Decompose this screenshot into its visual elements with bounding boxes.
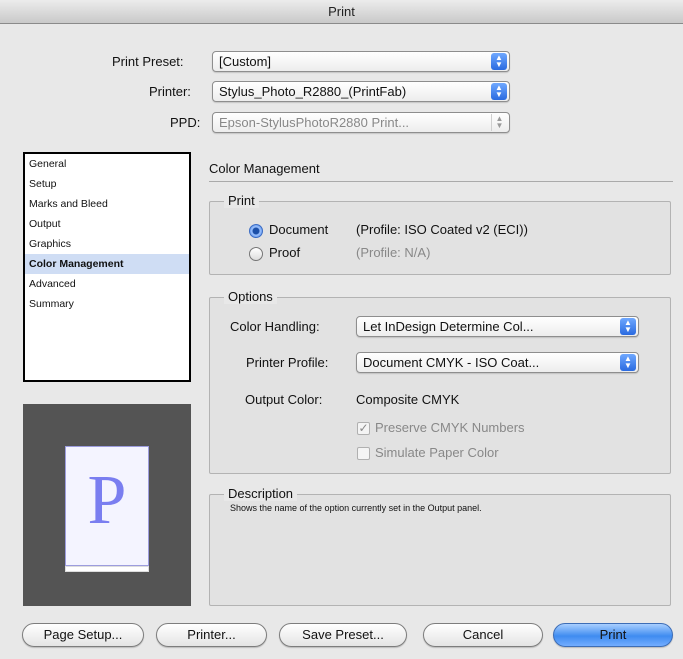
color-handling-popup[interactable]: Let InDesign Determine Col... ▲ ▼ (356, 316, 639, 337)
description-text: Shows the name of the option currently s… (230, 503, 482, 513)
print-group-label: Print (224, 194, 259, 208)
preserve-cmyk-checkbox: ✓ (357, 421, 370, 435)
sidebar-item-general[interactable]: General (25, 154, 189, 174)
sidebar-item-color-management[interactable]: Color Management (25, 254, 189, 274)
options-group-label: Options (224, 290, 277, 304)
printer-profile-label: Printer Profile: (246, 355, 329, 370)
simulate-paper-checkbox (357, 447, 370, 460)
print-button[interactable]: Print (553, 623, 673, 647)
sidebar-item-graphics[interactable]: Graphics (25, 234, 189, 254)
printer-button[interactable]: Printer... (156, 623, 267, 647)
output-color-label: Output Color: (245, 392, 323, 407)
cancel-button[interactable]: Cancel (423, 623, 543, 647)
printer-popup[interactable]: Stylus_Photo_R2880_(PrintFab) ▲ ▼ (212, 81, 510, 102)
panel-title: Color Management (209, 160, 673, 182)
description-group-label: Description (224, 487, 298, 501)
popup-arrows-icon: ▲ ▼ (620, 354, 636, 371)
window-title: Print (0, 0, 683, 24)
printer-profile-popup[interactable]: Document CMYK - ISO Coat... ▲ ▼ (356, 352, 639, 373)
document-profile: (Profile: ISO Coated v2 (ECI)) (356, 222, 528, 237)
popup-arrows-icon: ▲ ▼ (491, 83, 507, 100)
popup-arrows-icon: ▲ ▼ (491, 53, 507, 70)
page-preview: P (23, 404, 191, 606)
proof-profile: (Profile: N/A) (356, 245, 431, 260)
print-group (209, 201, 671, 275)
preserve-cmyk-label: Preserve CMYK Numbers (375, 420, 525, 435)
proof-radio-label[interactable]: Proof (269, 245, 300, 260)
save-preset-button[interactable]: Save Preset... (279, 623, 407, 647)
output-color-value: Composite CMYK (356, 392, 460, 407)
print-dialog: Print Print Preset: [Custom] ▲ ▼ Printer:… (0, 0, 683, 659)
printer-value: Stylus_Photo_R2880_(PrintFab) (219, 84, 407, 99)
print-preset-value: [Custom] (219, 54, 272, 69)
color-handling-value: Let InDesign Determine Col... (363, 319, 534, 334)
color-handling-label: Color Handling: (230, 319, 320, 334)
ppd-value: Epson-StylusPhotoR2880 Print... (219, 115, 410, 130)
popup-arrows-icon: ▲ ▼ (491, 114, 507, 131)
print-preset-label: Print Preset: (112, 54, 184, 69)
ppd-popup: Epson-StylusPhotoR2880 Print... ▲ ▼ (212, 112, 510, 133)
preview-letter: P (87, 462, 127, 539)
ppd-label: PPD: (170, 115, 201, 130)
document-radio[interactable] (249, 224, 263, 238)
sidebar-item-setup[interactable]: Setup (25, 174, 189, 194)
printer-profile-value: Document CMYK - ISO Coat... (363, 355, 540, 370)
page-setup-button[interactable]: Page Setup... (22, 623, 144, 647)
proof-radio[interactable] (249, 247, 263, 261)
sidebar-item-marks-and-bleed[interactable]: Marks and Bleed (25, 194, 189, 214)
popup-arrows-icon: ▲ ▼ (620, 318, 636, 335)
printer-label: Printer: (149, 84, 191, 99)
simulate-paper-label: Simulate Paper Color (375, 445, 499, 460)
category-list: General Setup Marks and Bleed Output Gra… (23, 152, 191, 382)
sidebar-item-advanced[interactable]: Advanced (25, 274, 189, 294)
sidebar-item-output[interactable]: Output (25, 214, 189, 234)
preview-page: P (65, 446, 149, 572)
sidebar-item-summary[interactable]: Summary (25, 294, 189, 314)
preview-page-edge (65, 566, 149, 572)
print-preset-popup[interactable]: [Custom] ▲ ▼ (212, 51, 510, 72)
document-radio-label[interactable]: Document (269, 222, 328, 237)
